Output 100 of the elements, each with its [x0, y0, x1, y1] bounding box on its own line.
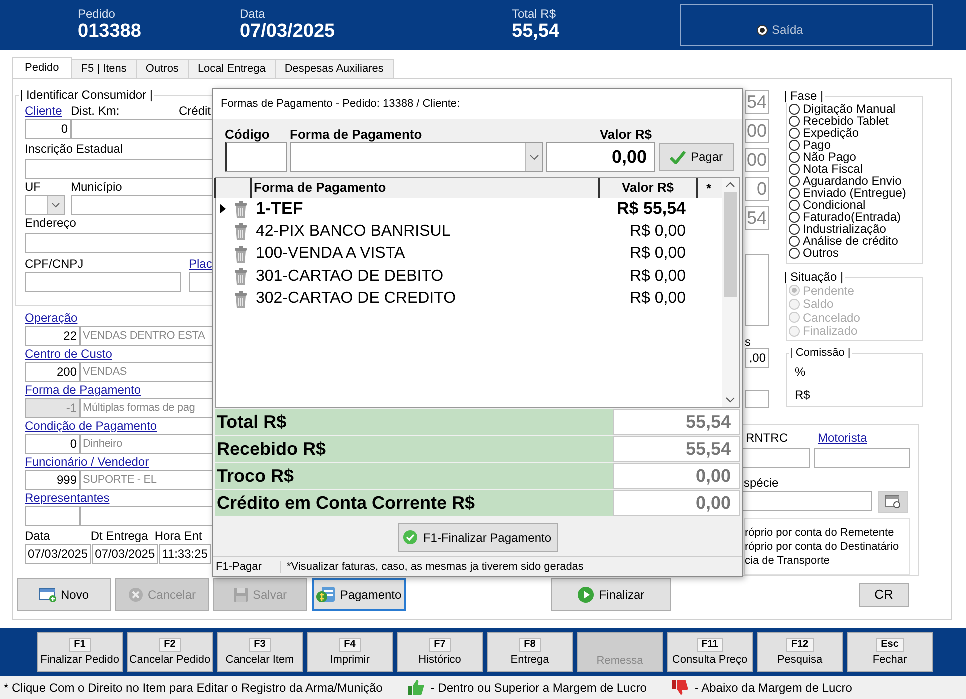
trash-icon — [234, 268, 248, 286]
driver-link[interactable]: Motorista — [818, 431, 868, 446]
input-field[interactable]: ,00 — [745, 348, 769, 368]
code-field[interactable]: 22 — [25, 326, 80, 346]
tab[interactable]: Local Entrega — [188, 59, 276, 78]
radio-button[interactable] — [789, 104, 800, 114]
total-label: Crédito em Conta Corrente R$ — [215, 490, 613, 516]
radio-button[interactable] — [789, 164, 800, 174]
key-cap: F4 — [339, 638, 361, 652]
payment-row[interactable]: 100-VENDA A VISTA R$ 0,00 — [216, 243, 722, 266]
total-field[interactable]: 54 — [745, 206, 769, 230]
chevron-down-icon — [530, 154, 538, 160]
field-label: Total R$ — [512, 8, 558, 21]
code-field[interactable] — [225, 142, 287, 172]
input-field[interactable]: VENDAS — [80, 362, 213, 382]
field-link[interactable]: Condição de Pagamento — [25, 419, 158, 433]
field-link[interactable]: Funcionário / Vendedor — [25, 455, 150, 469]
save-icon — [232, 586, 249, 602]
total-field[interactable]: 0 — [745, 177, 769, 201]
function-key-button[interactable]: F7 Histórico — [397, 632, 483, 672]
function-key-button[interactable]: F8 Entrega — [487, 632, 573, 672]
total-field[interactable]: 00 — [745, 148, 769, 172]
payment-row[interactable]: 302-CARTAO DE CREDITO R$ 0,00 — [216, 288, 722, 310]
input-field[interactable] — [25, 272, 181, 292]
code-field[interactable]: 200 — [25, 362, 80, 382]
trash-icon — [234, 246, 248, 263]
function-key-button[interactable]: F1 Finalizar Pedido — [37, 632, 123, 672]
lookup-button[interactable] — [878, 491, 908, 513]
payment-row[interactable]: 1-TEF R$ 55,54 — [216, 198, 722, 220]
radio-button[interactable] — [789, 248, 800, 258]
field-label: Município — [71, 180, 122, 195]
radio-button[interactable] — [789, 128, 800, 138]
radio-button[interactable] — [789, 140, 800, 150]
field-link[interactable]: Operação — [25, 311, 78, 325]
tab[interactable]: Despesas Auxiliares — [274, 59, 394, 78]
field-link[interactable]: Representantes — [25, 491, 110, 505]
radio-button[interactable] — [789, 176, 800, 186]
radio-label: Cancelado — [803, 312, 860, 324]
scrollbar[interactable] — [722, 178, 739, 407]
date-field[interactable]: 07/03/2025 — [25, 544, 92, 564]
input-field[interactable]: Dinheiro — [80, 434, 213, 454]
radio-button[interactable] — [789, 188, 800, 198]
function-key-button[interactable]: F11 Consulta Preço — [667, 632, 753, 672]
input-field[interactable] — [189, 272, 212, 292]
date-field[interactable]: 11:33:25 — [159, 544, 211, 564]
amount-field[interactable]: 0,00 — [546, 142, 655, 172]
text-area[interactable] — [745, 254, 769, 326]
function-key-button[interactable]: Esc Fechar — [847, 632, 933, 672]
input-field[interactable]: VENDAS DENTRO ESTA — [80, 326, 213, 346]
total-field[interactable]: 54 — [745, 90, 769, 114]
finish-payment-button[interactable]: F1-Finalizar Pagamento — [398, 523, 558, 552]
radio-label: Finalizado — [803, 325, 858, 338]
radio-button[interactable] — [789, 236, 800, 246]
input-field[interactable] — [25, 159, 212, 179]
input-field[interactable] — [71, 119, 212, 139]
action-button[interactable]: CR — [859, 582, 909, 606]
tab[interactable]: Outros — [136, 59, 189, 78]
radio-label: Expedição — [803, 127, 860, 139]
code-field[interactable]: 999 — [25, 470, 80, 490]
function-key-button[interactable]: F3 Cancelar Item — [217, 632, 303, 672]
radio-button[interactable] — [789, 212, 800, 222]
input-field[interactable]: 0 — [25, 119, 71, 139]
radio-button[interactable] — [789, 116, 800, 126]
action-button[interactable]: Finalizar — [551, 578, 671, 611]
field-link[interactable]: Centro de Custo — [25, 347, 112, 361]
input-field[interactable]: SUPORTE - EL — [80, 470, 213, 490]
action-button[interactable]: Pagamento — [312, 578, 406, 611]
radio-button[interactable] — [789, 224, 800, 234]
tab[interactable]: Pedido — [12, 57, 72, 78]
radio-button[interactable] — [789, 152, 800, 162]
radio-button[interactable] — [757, 24, 768, 36]
trash-icon — [234, 200, 248, 218]
radio-label: Análise de crédito — [803, 235, 898, 247]
input-field[interactable] — [814, 448, 910, 468]
input-field[interactable] — [740, 491, 872, 511]
plate-link[interactable]: Plac — [189, 257, 212, 272]
dropdown-field[interactable] — [25, 195, 65, 215]
client-link[interactable]: Cliente — [25, 104, 71, 119]
date-field[interactable]: 07/03/2025 — [92, 544, 158, 564]
function-key-button[interactable]: F2 Cancelar Pedido — [127, 632, 213, 672]
input-field[interactable] — [745, 390, 769, 408]
radio-button[interactable] — [789, 200, 800, 210]
function-key-button[interactable]: F12 Pesquisa — [757, 632, 843, 672]
radio-label: Outros — [803, 247, 840, 259]
action-button[interactable]: Novo — [17, 578, 111, 611]
input-field[interactable] — [740, 448, 810, 468]
total-field[interactable]: 00 — [745, 119, 769, 143]
payment-row[interactable]: 301-CARTAO DE DEBITO R$ 0,00 — [216, 266, 722, 288]
input-field[interactable] — [80, 506, 213, 526]
input-field[interactable] — [25, 233, 212, 253]
code-field[interactable] — [25, 506, 80, 526]
pay-button[interactable]: Pagar — [659, 143, 734, 171]
payment-row[interactable]: 42-PIX BANCO BANRISUL R$ 0,00 — [216, 220, 722, 243]
code-field[interactable]: 0 — [25, 434, 80, 454]
input-field[interactable] — [71, 195, 212, 215]
function-key-button[interactable]: F4 Imprimir — [307, 632, 393, 672]
group-title: | Comissão | — [789, 347, 852, 359]
key-cap: Esc — [876, 638, 904, 652]
check-icon — [670, 150, 686, 164]
tab[interactable]: F5 | Itens — [71, 59, 137, 78]
